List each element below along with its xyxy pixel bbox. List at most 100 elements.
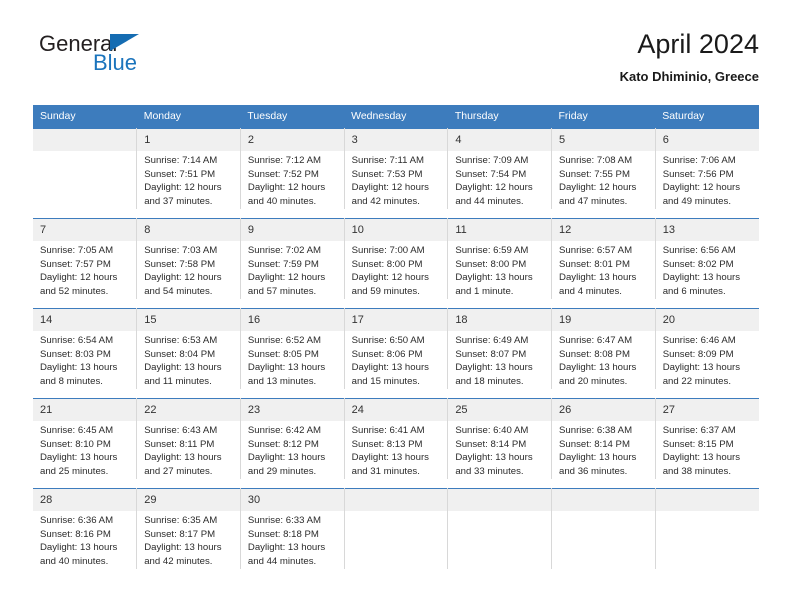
calendar-day-cell[interactable]: 16 Sunrise: 6:52 AM Sunset: 8:05 PM Dayligh… — [240, 308, 345, 389]
calendar-day-cell[interactable]: 11 Sunrise: 6:59 AM Sunset: 8:00 PM Dayligh… — [447, 218, 553, 299]
day-details: Sunrise: 6:42 AM Sunset: 8:12 PM Daylight:… — [241, 421, 344, 478]
day-cell-inner — [552, 489, 655, 569]
calendar-day-cell[interactable]: 21 Sunrise: 6:45 AM Sunset: 8:10 PM Dayligh… — [33, 398, 138, 479]
calendar-day-cell[interactable]: 23 Sunrise: 6:42 AM Sunset: 8:12 PM Dayligh… — [240, 398, 345, 479]
calendar-day-cell[interactable]: 26 Sunrise: 6:38 AM Sunset: 8:14 PM Dayligh… — [551, 398, 656, 479]
day-number — [448, 489, 552, 511]
day-daylight-line-text: and 1 minute. — [455, 285, 514, 297]
day-details: Sunrise: 7:00 AM Sunset: 8:00 PM Daylight:… — [345, 241, 448, 298]
calendar-day-cell[interactable]: 19 Sunrise: 6:47 AM Sunset: 8:08 PM Dayligh… — [551, 308, 656, 389]
week-separator-cell — [33, 479, 759, 489]
day-details: Sunrise: 6:36 AM Sunset: 8:16 PM Daylight:… — [33, 511, 136, 568]
day-daylight-line-text: Daylight: 12 hours — [455, 182, 533, 194]
calendar-day-cell[interactable]: 27 Sunrise: 6:37 AM Sunset: 8:15 PM Dayligh… — [655, 398, 759, 479]
day-daylight-line-text: Daylight: 12 hours — [662, 182, 741, 194]
calendar-day-cell[interactable]: 30 Sunrise: 6:33 AM Sunset: 8:18 PM Dayligh… — [240, 488, 345, 569]
day-daylight-line-text: and 40 minutes. — [247, 195, 317, 207]
calendar-day-cell[interactable]: 9 Sunrise: 7:02 AM Sunset: 7:59 PM Daylight… — [240, 218, 345, 299]
day-sunrise-text: Sunrise: 6:46 AM — [662, 335, 736, 346]
calendar-day-cell[interactable]: 4 Sunrise: 7:09 AM Sunset: 7:54 PM Daylight… — [447, 128, 553, 209]
day-sunrise-text: Sunrise: 7:12 AM — [247, 155, 321, 166]
calendar-day-cell[interactable]: 29 Sunrise: 6:35 AM Sunset: 8:17 PM Dayligh… — [136, 488, 241, 569]
day-details: Sunrise: 6:47 AM Sunset: 8:08 PM Daylight:… — [552, 331, 655, 388]
weekday-header-wednesday: Wednesday — [344, 105, 448, 129]
day-daylight-line-text: and 11 minutes. — [144, 375, 212, 387]
day-number: 11 — [448, 219, 552, 241]
general-blue-logo[interactable]: General Blue — [33, 32, 263, 88]
day-number: 28 — [33, 489, 137, 511]
title-block: April 2024 Kato Dhiminio, Greece — [620, 28, 759, 86]
day-daylight-line-text: and 47 minutes. — [559, 195, 628, 207]
calendar-day-cell[interactable]: 8 Sunrise: 7:03 AM Sunset: 7:58 PM Daylight… — [136, 218, 241, 299]
day-number: 16 — [240, 309, 344, 331]
day-sunset-text: Sunset: 8:14 PM — [455, 438, 527, 450]
day-number: 3 — [344, 129, 448, 151]
day-cell-inner: 10 Sunrise: 7:00 AM Sunset: 8:00 PM Dayligh… — [344, 219, 448, 299]
day-sunset-text: Sunset: 8:14 PM — [559, 438, 630, 450]
day-sunrise-text: Sunrise: 6:54 AM — [40, 335, 114, 346]
calendar-day-cell[interactable]: 20 Sunrise: 6:46 AM Sunset: 8:09 PM Dayligh… — [655, 308, 759, 389]
calendar-day-cell-empty — [655, 488, 759, 569]
calendar-day-cell[interactable]: 7 Sunrise: 7:05 AM Sunset: 7:57 PM Daylight… — [33, 218, 138, 299]
day-cell-inner: 12 Sunrise: 6:57 AM Sunset: 8:01 PM Dayligh… — [552, 219, 655, 299]
calendar-day-cell[interactable]: 3 Sunrise: 7:11 AM Sunset: 7:53 PM Daylight… — [344, 128, 449, 209]
day-sunset-text: Sunset: 7:57 PM — [40, 258, 111, 270]
day-daylight-line-text: Daylight: 13 hours — [40, 542, 118, 554]
calendar-day-cell[interactable]: 24 Sunrise: 6:41 AM Sunset: 8:13 PM Dayligh… — [344, 398, 449, 479]
day-sunset-text: Sunset: 8:10 PM — [40, 438, 111, 450]
calendar-day-cell[interactable]: 1 Sunrise: 7:14 AM Sunset: 7:51 PM Daylight… — [136, 128, 241, 209]
day-daylight-line-text: Daylight: 13 hours — [247, 542, 326, 554]
day-daylight-line-text: Daylight: 13 hours — [40, 452, 118, 464]
week-separator — [33, 479, 759, 489]
calendar-day-cell[interactable]: 22 Sunrise: 6:43 AM Sunset: 8:11 PM Dayligh… — [136, 398, 241, 479]
calendar-day-cell[interactable]: 14 Sunrise: 6:54 AM Sunset: 8:03 PM Dayligh… — [33, 308, 138, 389]
day-cell-inner: 9 Sunrise: 7:02 AM Sunset: 7:59 PM Daylight… — [240, 219, 344, 299]
calendar-day-cell[interactable]: 25 Sunrise: 6:40 AM Sunset: 8:14 PM Dayligh… — [447, 398, 553, 479]
calendar-day-cell[interactable]: 13 Sunrise: 6:56 AM Sunset: 8:02 PM Dayligh… — [655, 218, 759, 299]
week-separator-cell — [33, 209, 759, 219]
calendar-day-cell[interactable]: 15 Sunrise: 6:53 AM Sunset: 8:04 PM Dayligh… — [136, 308, 241, 389]
day-number: 30 — [240, 489, 344, 511]
calendar-day-cell[interactable]: 18 Sunrise: 6:49 AM Sunset: 8:07 PM Dayligh… — [447, 308, 553, 389]
day-sunset-text: Sunset: 8:02 PM — [662, 258, 734, 270]
day-sunrise-text: Sunrise: 7:00 AM — [351, 245, 425, 256]
calendar-day-cell[interactable]: 10 Sunrise: 7:00 AM Sunset: 8:00 PM Dayligh… — [344, 218, 449, 299]
day-sunrise-text: Sunrise: 6:33 AM — [247, 515, 321, 526]
day-sunset-text: Sunset: 7:55 PM — [559, 168, 630, 180]
calendar-day-cell[interactable]: 17 Sunrise: 6:50 AM Sunset: 8:06 PM Dayligh… — [344, 308, 449, 389]
day-sunset-text: Sunset: 7:53 PM — [351, 168, 423, 180]
day-details — [33, 151, 136, 154]
day-details: Sunrise: 7:09 AM Sunset: 7:54 PM Daylight:… — [448, 151, 551, 208]
day-daylight-line-text: Daylight: 13 hours — [351, 362, 429, 374]
day-cell-inner: 26 Sunrise: 6:38 AM Sunset: 8:14 PM Dayligh… — [552, 399, 655, 479]
day-daylight-line-text: Daylight: 12 hours — [40, 272, 118, 284]
calendar-day-cell-empty — [344, 488, 449, 569]
day-sunrise-text: Sunrise: 7:06 AM — [662, 155, 736, 166]
day-sunrise-text: Sunrise: 6:42 AM — [247, 425, 321, 436]
calendar-day-cell-empty — [33, 128, 138, 209]
day-sunset-text: Sunset: 8:00 PM — [351, 258, 423, 270]
day-cell-inner: 17 Sunrise: 6:50 AM Sunset: 8:06 PM Dayligh… — [344, 309, 448, 389]
day-number: 19 — [552, 309, 655, 331]
day-number: 14 — [33, 309, 137, 331]
day-sunrise-text: Sunrise: 6:59 AM — [455, 245, 529, 256]
weekday-header-tuesday: Tuesday — [240, 105, 345, 129]
weekday-header-row: Sunday Monday Tuesday Wednesday Thursday… — [33, 105, 759, 129]
day-daylight-line-text: Daylight: 13 hours — [40, 362, 118, 374]
day-cell-inner: 14 Sunrise: 6:54 AM Sunset: 8:03 PM Dayligh… — [33, 309, 137, 389]
calendar-day-cell[interactable]: 5 Sunrise: 7:08 AM Sunset: 7:55 PM Daylight… — [551, 128, 656, 209]
day-daylight-line-text: and 6 minutes. — [662, 285, 726, 297]
calendar-day-cell[interactable]: 2 Sunrise: 7:12 AM Sunset: 7:52 PM Daylight… — [240, 128, 345, 209]
calendar-day-cell[interactable]: 6 Sunrise: 7:06 AM Sunset: 7:56 PM Daylight… — [655, 128, 759, 209]
day-cell-inner: 7 Sunrise: 7:05 AM Sunset: 7:57 PM Daylight… — [33, 219, 137, 299]
day-details: Sunrise: 6:56 AM Sunset: 8:02 PM Daylight:… — [656, 241, 759, 298]
day-daylight-line-text: and 52 minutes. — [40, 285, 109, 297]
weekday-header-saturday: Saturday — [655, 105, 759, 129]
calendar-day-cell[interactable]: 28 Sunrise: 6:36 AM Sunset: 8:16 PM Dayligh… — [33, 488, 138, 569]
day-daylight-line-text: Daylight: 12 hours — [247, 182, 326, 194]
day-daylight-line-text: Daylight: 13 hours — [247, 362, 326, 374]
day-number: 15 — [137, 309, 240, 331]
day-number: 20 — [655, 309, 759, 331]
calendar-day-cell[interactable]: 12 Sunrise: 6:57 AM Sunset: 8:01 PM Dayligh… — [551, 218, 656, 299]
day-daylight-line-text: and 18 minutes. — [455, 375, 524, 387]
